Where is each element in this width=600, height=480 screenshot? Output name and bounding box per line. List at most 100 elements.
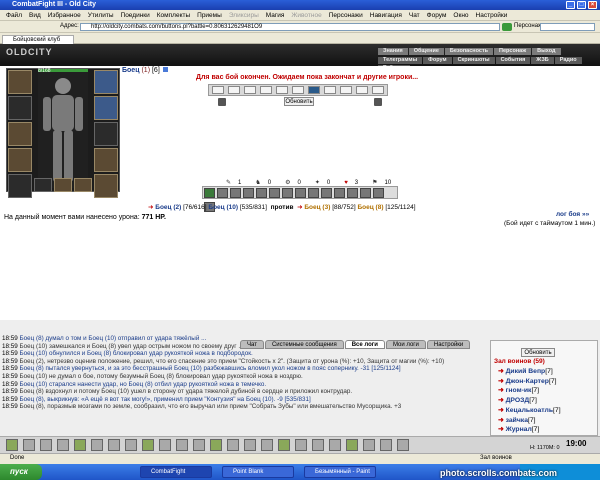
battle-log-link[interactable]: лог боя »» [556, 211, 589, 218]
equipment-slot[interactable] [8, 70, 32, 94]
player-item[interactable]: ➜ гном-ик[7] [498, 386, 568, 396]
close-icon[interactable]: × [588, 1, 597, 9]
fighter-name[interactable]: Боец [122, 67, 140, 74]
action-slot[interactable] [295, 188, 306, 198]
action-slot[interactable] [230, 188, 241, 198]
nav-item[interactable]: Радио [554, 57, 582, 64]
action-slot[interactable] [347, 188, 358, 198]
menu-item[interactable]: Магия [266, 10, 285, 21]
character-input[interactable] [540, 23, 595, 31]
toolbar-icon[interactable] [261, 439, 273, 451]
toolbar-icon[interactable] [312, 439, 324, 451]
equipment-slot[interactable] [94, 174, 118, 198]
toolbar-icon[interactable] [346, 439, 358, 451]
action-slot[interactable] [243, 188, 254, 198]
toolbar-icon[interactable] [227, 439, 239, 451]
player-item[interactable]: ➜ Кецалькоатль[7] [498, 406, 568, 416]
menu-item[interactable]: Навигация [370, 10, 402, 21]
go-icon[interactable] [502, 23, 512, 31]
player-name[interactable]: гном-ик [506, 387, 532, 394]
menu-item[interactable]: Приемы [197, 10, 222, 21]
toolbar-icon[interactable] [244, 439, 256, 451]
team2-fighter[interactable]: Боец (8) [358, 204, 384, 211]
action-slot[interactable] [282, 188, 293, 198]
action-slot[interactable] [321, 188, 332, 198]
toolbar-icon[interactable] [23, 439, 35, 451]
refresh-button[interactable]: Обновить [284, 97, 314, 106]
equipment-slot[interactable] [94, 70, 118, 94]
toolbar-icon[interactable] [329, 439, 341, 451]
menu-item[interactable]: Окно [453, 10, 468, 21]
action-slot[interactable] [204, 188, 215, 198]
menu-item[interactable]: Файл [6, 10, 22, 21]
equipment-slot[interactable] [8, 174, 32, 198]
action-slot[interactable] [269, 188, 280, 198]
chat-tab[interactable]: Системные сообщения [264, 340, 344, 349]
nav-item[interactable]: Телеграммы [378, 57, 423, 64]
toolbar-icon[interactable] [125, 439, 137, 451]
nav-item[interactable]: Скриншоты [452, 57, 495, 64]
menu-item[interactable]: Форум [427, 10, 447, 21]
toolbar-icon[interactable] [159, 439, 171, 451]
task-paint[interactable]: Безымянный - Paint [304, 466, 376, 478]
toolbar-icon[interactable] [176, 439, 188, 451]
info-icon[interactable] [162, 67, 168, 72]
team1-fighter[interactable]: Боец (2) [155, 204, 181, 211]
menu-item[interactable]: Комплекты [157, 10, 190, 21]
menu-item[interactable]: Персонажи [329, 10, 363, 21]
player-name[interactable]: зайчка [506, 417, 528, 424]
start-button[interactable]: пуск [0, 464, 42, 480]
nav-item[interactable]: Персонаж [494, 48, 532, 55]
chat-log[interactable]: 18:59 Боец (8) думал о том и Боец (10) о… [2, 335, 486, 435]
chat-tab[interactable]: Все логи [344, 340, 385, 349]
player-name[interactable]: Журнал [506, 426, 532, 433]
equipment-slot[interactable] [94, 122, 118, 146]
toolbar-icon[interactable] [295, 439, 307, 451]
toolbar-icon[interactable] [363, 439, 375, 451]
menu-item[interactable]: Животное [291, 10, 321, 21]
equipment-slot[interactable] [54, 178, 72, 192]
task-combatfight[interactable]: CombatFight [140, 466, 212, 478]
nav-item[interactable]: Безопасность [444, 48, 494, 55]
toolbar-icon[interactable] [142, 439, 154, 451]
toolbar-icon[interactable] [278, 439, 290, 451]
action-slot[interactable] [334, 188, 345, 198]
toolbar-icon[interactable] [210, 439, 222, 451]
player-item[interactable]: ➜ Дикий Вепр[7] [498, 367, 568, 377]
nav-item[interactable]: Форум [423, 57, 452, 64]
player-item[interactable]: ➜ Журнал[7] [498, 425, 568, 435]
menu-item[interactable]: Избранное [48, 10, 81, 21]
player-item[interactable]: ➜ ДРОЗД[7] [498, 396, 568, 406]
chat-tab[interactable]: Мои логи [385, 340, 426, 349]
player-name[interactable]: Дикий Вепр [506, 368, 546, 375]
nav-item[interactable]: ЖЗБ [531, 57, 554, 64]
equipment-slot[interactable] [8, 148, 32, 172]
player-name[interactable]: Кецалькоатль [506, 407, 553, 414]
menu-item[interactable]: Поединки [121, 10, 150, 21]
action-slot[interactable] [360, 188, 371, 198]
toolbar-icon[interactable] [6, 439, 18, 451]
toolbar-icon[interactable] [380, 439, 392, 451]
player-name[interactable]: Джон-Картер [506, 378, 549, 385]
task-point-blank[interactable]: Point Blank [222, 466, 294, 478]
nav-item[interactable]: События [495, 57, 531, 64]
chat-tab[interactable]: Чат [240, 340, 264, 349]
action-slot[interactable] [308, 188, 319, 198]
toolbar-icon[interactable] [91, 439, 103, 451]
player-item[interactable]: ➜ зайчка[7] [498, 416, 568, 426]
maximize-icon[interactable]: □ [577, 1, 586, 9]
equipment-slot[interactable] [8, 122, 32, 146]
equipment-slot[interactable] [8, 96, 32, 120]
action-slot[interactable] [256, 188, 267, 198]
toolbar-icon[interactable] [74, 439, 86, 451]
equipment-slot[interactable] [74, 178, 92, 192]
toolbar-icon[interactable] [193, 439, 205, 451]
hall-refresh-button[interactable]: Обновить [521, 348, 555, 357]
action-slot[interactable] [217, 188, 228, 198]
nav-item[interactable]: Выход [532, 48, 561, 55]
nav-item[interactable]: Знания [378, 48, 408, 55]
toolbar-icon[interactable] [397, 439, 409, 451]
toolbar-icon[interactable] [57, 439, 69, 451]
menu-item[interactable]: Эликсиры [229, 10, 259, 21]
equipment-slot[interactable] [94, 96, 118, 120]
